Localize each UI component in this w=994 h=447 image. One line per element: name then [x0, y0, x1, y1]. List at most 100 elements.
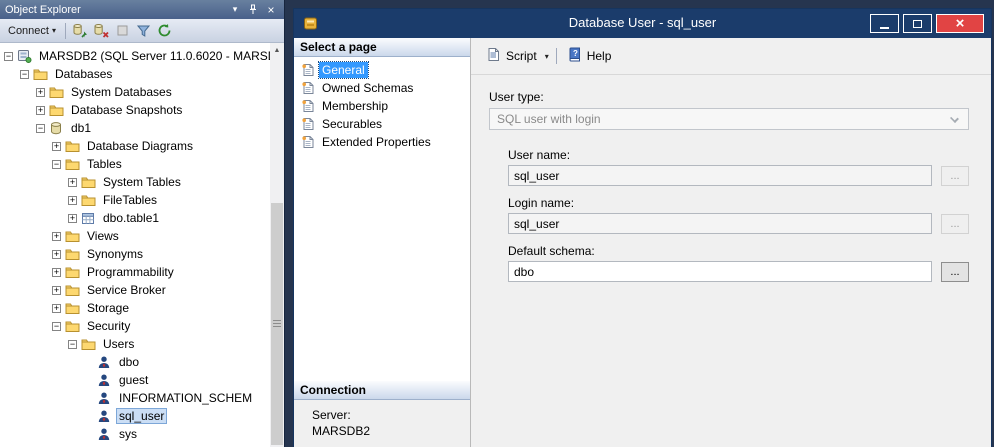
connect-button[interactable]: Connect ▾	[4, 23, 60, 39]
collapse-icon[interactable]: −	[36, 124, 45, 133]
tree-item-views[interactable]: +Views	[0, 227, 270, 245]
folder-icon	[33, 68, 49, 80]
tree-item-filetables[interactable]: +FileTables	[0, 191, 270, 209]
expand-icon[interactable]: +	[52, 268, 61, 277]
close-icon[interactable]: ×	[263, 2, 279, 17]
tree-item-label: Database Snapshots	[68, 102, 185, 118]
help-button[interactable]: ? Help	[564, 44, 615, 68]
folder-icon	[65, 320, 81, 332]
refresh-icon[interactable]	[155, 21, 174, 40]
tree-item-users[interactable]: − Users	[0, 335, 270, 353]
user-icon	[97, 373, 113, 387]
script-dropdown-icon[interactable]: ▾	[545, 52, 549, 61]
expand-icon[interactable]: +	[52, 142, 61, 151]
tree-item-sql-user[interactable]: sql_user	[0, 407, 270, 425]
login-name-browse-button[interactable]: ...	[941, 214, 969, 234]
minimize-icon	[880, 27, 889, 29]
page-item-membership[interactable]: Membership	[294, 97, 470, 115]
folder-icon	[65, 140, 81, 152]
user-type-value: SQL user with login	[497, 112, 601, 126]
tree-item-label: Synonyms	[84, 246, 146, 262]
stop-icon[interactable]	[113, 21, 132, 40]
collapse-icon[interactable]: −	[52, 160, 61, 169]
page-item-general[interactable]: General	[294, 61, 470, 79]
script-button[interactable]: Script	[483, 44, 540, 68]
window-position-icon[interactable]: ▾	[227, 2, 243, 17]
filter-icon[interactable]	[134, 21, 153, 40]
tree-item-database-diagrams[interactable]: +Database Diagrams	[0, 137, 270, 155]
user-name-browse-button[interactable]: ...	[941, 166, 969, 186]
disconnect-icon[interactable]	[92, 21, 111, 40]
collapse-icon[interactable]: −	[52, 322, 61, 331]
tree-item-dbo[interactable]: dbo	[0, 353, 270, 371]
tree-item-guest[interactable]: guest	[0, 371, 270, 389]
expand-icon[interactable]: +	[68, 178, 77, 187]
collapse-icon[interactable]: −	[20, 70, 29, 79]
tree-item-databases[interactable]: −Databases	[0, 65, 270, 83]
tree-item-sys[interactable]: sys	[0, 425, 270, 443]
user-name-input[interactable]	[508, 165, 932, 186]
pin-icon[interactable]	[245, 2, 261, 17]
tree-item-information-schem[interactable]: INFORMATION_SCHEM	[0, 389, 270, 407]
tree-item-system-tables[interactable]: +System Tables	[0, 173, 270, 191]
expand-icon[interactable]: +	[52, 286, 61, 295]
tree-item-marsdb2-sql-server-11-0-6020-marsd[interactable]: −MARSDB2 (SQL Server 11.0.6020 - MARSD	[0, 47, 270, 65]
expand-icon[interactable]: +	[36, 106, 45, 115]
page-item-label: Membership	[319, 98, 391, 114]
maximize-button[interactable]	[903, 14, 932, 33]
connect-database-icon[interactable]	[71, 21, 90, 40]
toolbar-separator	[556, 48, 557, 64]
tree-item-label: sys	[116, 426, 140, 442]
tree-item-dbo-table1[interactable]: +dbo.table1	[0, 209, 270, 227]
server-label: Server:	[312, 408, 464, 422]
select-a-page-pane: Select a page GeneralOwned SchemasMember…	[294, 38, 471, 447]
default-schema-label: Default schema:	[508, 244, 969, 258]
expand-icon[interactable]: +	[68, 196, 77, 205]
dialog-body: Select a page GeneralOwned SchemasMember…	[294, 38, 991, 447]
default-schema-input[interactable]	[508, 261, 932, 282]
tree-item-service-broker[interactable]: +Service Broker	[0, 281, 270, 299]
collapse-icon[interactable]: −	[4, 52, 13, 61]
page-item-extended-properties[interactable]: Extended Properties	[294, 133, 470, 151]
tree-item-label: Users	[100, 336, 137, 352]
dialog-main-pane: Script ▾ ? Help User type: SQL user with…	[471, 38, 991, 447]
close-button[interactable]: ×	[936, 14, 984, 33]
page-list: GeneralOwned SchemasMembershipSecurables…	[294, 57, 470, 381]
expand-icon[interactable]: +	[36, 88, 45, 97]
dialog-titlebar[interactable]: Database User - sql_user ×	[294, 9, 991, 38]
expand-icon[interactable]: +	[52, 304, 61, 313]
expand-icon[interactable]: +	[52, 232, 61, 241]
scroll-up-icon[interactable]: ▲	[270, 43, 284, 58]
indent-spacer	[84, 430, 93, 439]
user-type-combobox[interactable]: SQL user with login	[489, 108, 969, 130]
server-icon	[17, 49, 33, 63]
tree-item-database-snapshots[interactable]: + Database Snapshots	[0, 101, 270, 119]
tree-item-label: guest	[116, 372, 151, 388]
folder-icon	[65, 302, 81, 314]
folder-icon	[65, 230, 81, 242]
tree-item-synonyms[interactable]: + Synonyms	[0, 245, 270, 263]
page-item-owned-schemas[interactable]: Owned Schemas	[294, 79, 470, 97]
tree-item-storage[interactable]: +Storage	[0, 299, 270, 317]
page-item-label: General	[319, 62, 368, 78]
tree-item-security[interactable]: −Security	[0, 317, 270, 335]
folder-icon	[65, 266, 81, 278]
default-schema-row: ...	[508, 261, 969, 282]
default-schema-browse-button[interactable]: ...	[941, 262, 969, 282]
tree-item-tables[interactable]: −Tables	[0, 155, 270, 173]
tree-item-db1[interactable]: −db1	[0, 119, 270, 137]
tree-item-label: dbo	[116, 354, 142, 370]
tree-item-label: Programmability	[84, 264, 177, 280]
login-name-input[interactable]	[508, 213, 932, 234]
tree-item-programmability[interactable]: + Programmability	[0, 263, 270, 281]
scrollbar-thumb[interactable]	[271, 203, 283, 445]
tree-scrollbar[interactable]: ▲	[270, 43, 284, 447]
collapse-icon[interactable]: −	[68, 340, 77, 349]
form-area: User type: SQL user with login User name…	[471, 75, 991, 447]
tree-item-system-databases[interactable]: +System Databases	[0, 83, 270, 101]
page-item-securables[interactable]: Securables	[294, 115, 470, 133]
object-explorer-titlebar[interactable]: Object Explorer ▾ ×	[0, 0, 284, 19]
expand-icon[interactable]: +	[52, 250, 61, 259]
minimize-button[interactable]	[870, 14, 899, 33]
expand-icon[interactable]: +	[68, 214, 77, 223]
